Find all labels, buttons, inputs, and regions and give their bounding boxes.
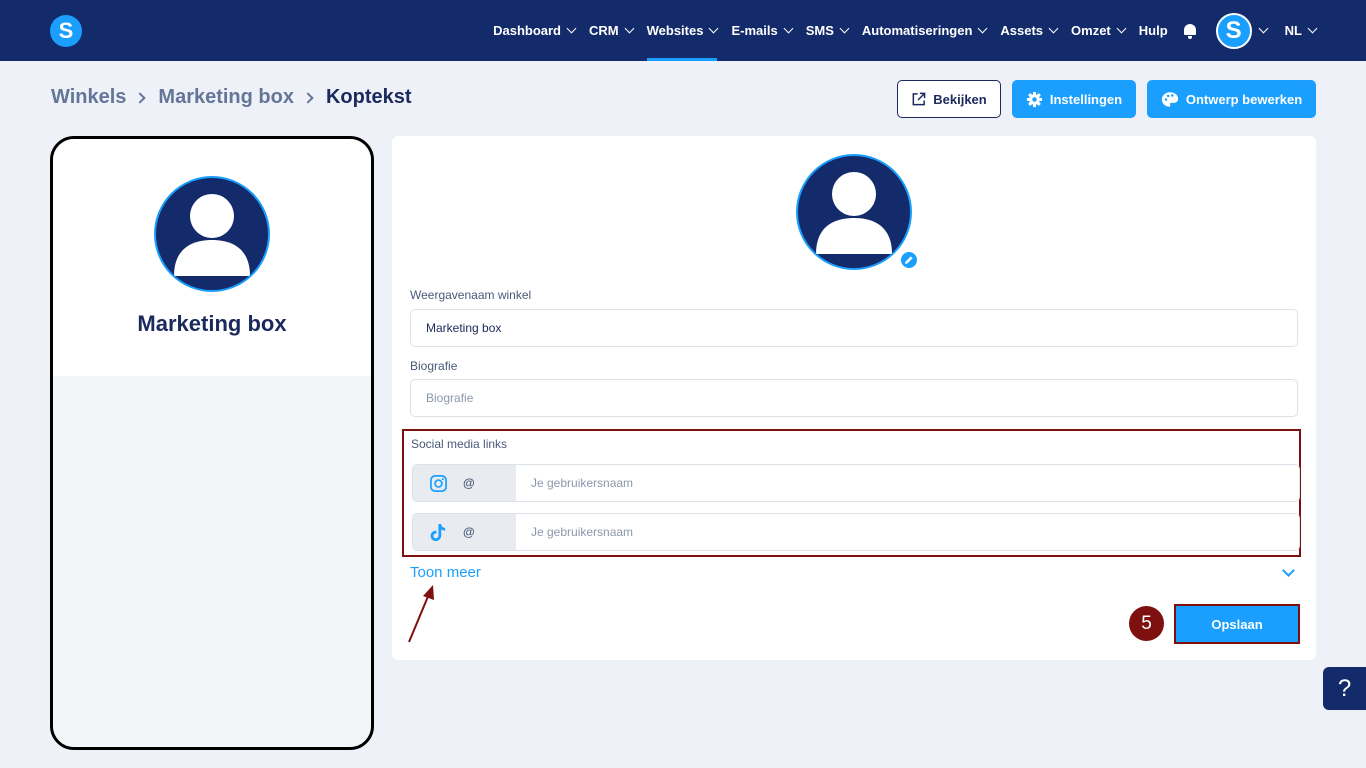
nav-automations-label: Automatiseringen xyxy=(861,23,973,38)
display-name-input[interactable]: Marketing box xyxy=(410,309,1298,347)
nav-dashboard-label: Dashboard xyxy=(493,23,561,38)
settings-button-label: Instellingen xyxy=(1049,91,1123,107)
main-nav: Dashboard CRM Websites E-mails SMS Autom… xyxy=(493,0,1366,61)
tiktok-field[interactable]: @ Je gebruikersnaam xyxy=(412,513,1300,551)
view-button[interactable]: Bekijken xyxy=(897,80,1001,118)
chevron-down-icon xyxy=(1116,23,1127,34)
profile-avatar-icon[interactable] xyxy=(796,154,912,270)
nav-help-label: Hulp xyxy=(1138,23,1168,38)
nav-help[interactable]: Hulp xyxy=(1139,0,1168,61)
phone-preview: Marketing box xyxy=(50,136,374,750)
nav-revenue-label: Omzet xyxy=(1071,23,1111,38)
nav-automations[interactable]: Automatiseringen xyxy=(861,0,988,61)
nav-assets-label: Assets xyxy=(1000,23,1044,38)
bell-icon[interactable] xyxy=(1182,23,1198,39)
at-symbol: @ xyxy=(463,525,475,539)
gear-icon xyxy=(1026,91,1043,107)
app-logo[interactable]: S xyxy=(50,15,82,47)
nav-revenue[interactable]: Omzet xyxy=(1071,0,1127,61)
avatar-menu-toggle[interactable] xyxy=(1258,0,1269,61)
preview-shop-name: Marketing box xyxy=(137,311,287,336)
chevron-down-icon xyxy=(709,23,719,34)
chevron-down-icon xyxy=(624,23,635,34)
nav-sms[interactable]: SMS xyxy=(805,0,850,61)
view-button-label: Bekijken xyxy=(933,91,987,107)
chevron-down-icon xyxy=(1258,23,1269,34)
bio-label: Biografie xyxy=(410,359,458,373)
instagram-icon xyxy=(413,474,463,493)
nav-assets[interactable]: Assets xyxy=(1000,0,1059,61)
chevron-right-icon xyxy=(134,91,147,104)
chevron-down-icon xyxy=(1307,23,1318,34)
step-badge: 5 xyxy=(1129,606,1164,641)
instagram-username-input[interactable]: Je gebruikersnaam xyxy=(516,465,1299,501)
language-selector[interactable]: NL xyxy=(1284,0,1318,61)
at-symbol: @ xyxy=(463,476,475,490)
annotation-arrow-icon xyxy=(408,585,434,643)
profile-avatar-icon xyxy=(154,176,270,292)
edit-design-button-label: Ontwerp bewerken xyxy=(1185,91,1303,107)
edit-design-button[interactable]: Ontwerp bewerken xyxy=(1147,80,1316,118)
nav-websites-label: Websites xyxy=(646,23,704,38)
nav-sms-label: SMS xyxy=(805,23,834,38)
top-navbar: S Dashboard CRM Websites E-mails SMS Aut… xyxy=(0,0,1366,61)
display-name-label: Weergavenaam winkel xyxy=(410,288,532,302)
breadcrumb-winkels[interactable]: Winkels xyxy=(51,86,126,109)
chevron-down-icon xyxy=(1048,23,1059,34)
breadcrumb-marketing-box[interactable]: Marketing box xyxy=(158,86,294,109)
instagram-prefix: @ xyxy=(413,465,516,501)
breadcrumb-current: Koptekst xyxy=(325,86,412,108)
nav-dashboard[interactable]: Dashboard xyxy=(493,0,577,61)
nav-emails[interactable]: E-mails xyxy=(731,0,794,61)
user-avatar[interactable]: S xyxy=(1215,12,1252,49)
chevron-right-icon xyxy=(302,91,314,104)
bio-input[interactable]: Biografie xyxy=(410,379,1298,417)
chevron-down-icon xyxy=(783,23,794,34)
nav-websites[interactable]: Websites xyxy=(646,0,719,61)
preview-header: Marketing box xyxy=(53,139,371,376)
breadcrumb: Winkels Marketing box Koptekst xyxy=(51,86,412,109)
instagram-field[interactable]: @ Je gebruikersnaam xyxy=(412,464,1300,502)
nav-crm[interactable]: CRM xyxy=(589,0,635,61)
nav-emails-label: E-mails xyxy=(731,23,778,38)
settings-button[interactable]: Instellingen xyxy=(1012,80,1136,118)
tiktok-icon xyxy=(413,523,463,542)
chevron-down-icon[interactable] xyxy=(1282,564,1295,577)
language-label: NL xyxy=(1284,23,1302,38)
tiktok-username-input[interactable]: Je gebruikersnaam xyxy=(516,514,1299,550)
chevron-down-icon xyxy=(839,23,850,34)
nav-crm-label: CRM xyxy=(589,23,619,38)
show-more-link[interactable]: Toon meer xyxy=(410,564,481,581)
external-link-icon xyxy=(912,92,926,105)
header-settings-card: Weergavenaam winkel Marketing box Biogra… xyxy=(392,136,1316,660)
palette-icon xyxy=(1161,91,1178,107)
preview-body xyxy=(53,376,371,747)
social-links-label: Social media links xyxy=(411,437,508,451)
chevron-down-icon xyxy=(977,23,988,34)
social-links-highlight: Social media links @ Je gebruikersnaam @… xyxy=(402,429,1301,557)
chevron-down-icon xyxy=(566,23,577,34)
help-button[interactable]: ? xyxy=(1323,667,1366,710)
edit-avatar-pencil-icon[interactable] xyxy=(899,250,919,270)
save-button[interactable]: Opslaan xyxy=(1174,604,1300,644)
tiktok-prefix: @ xyxy=(413,514,516,550)
